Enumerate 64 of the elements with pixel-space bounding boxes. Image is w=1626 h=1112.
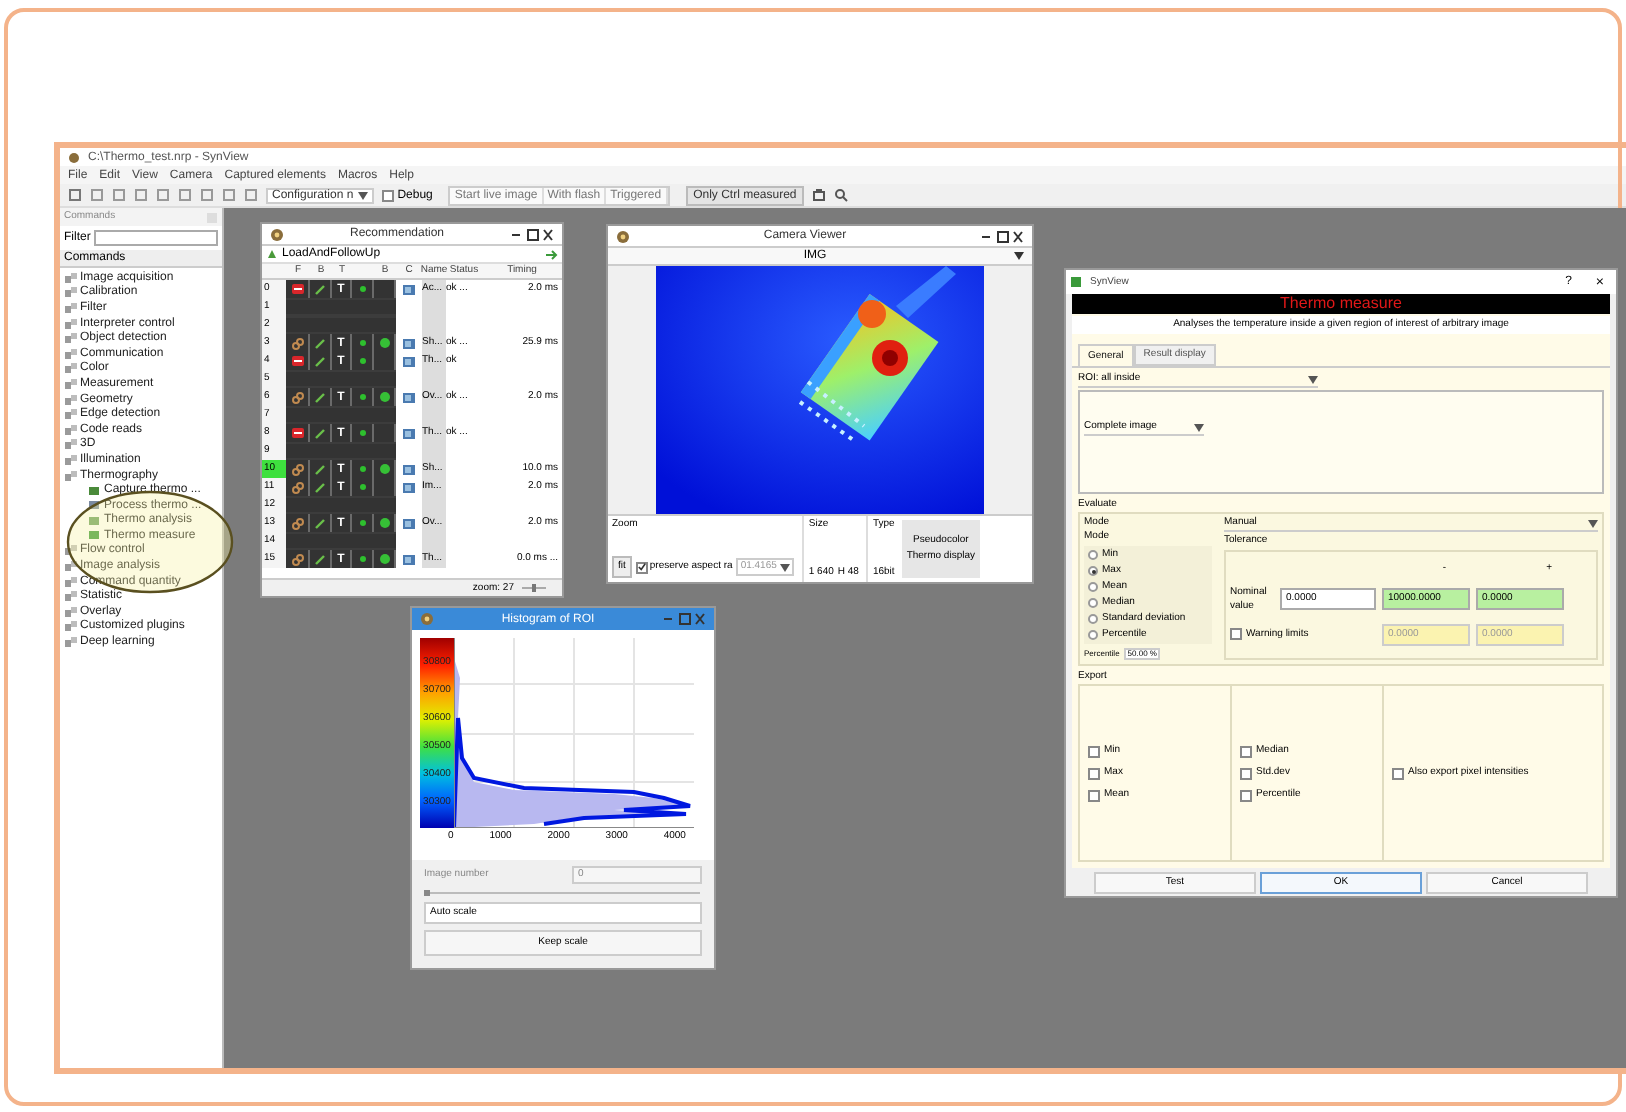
chain-icon [291, 391, 303, 403]
zoom-slider-icon [522, 584, 546, 592]
status-dot-icon [359, 394, 365, 400]
dialog-banner: Thermo measure [1072, 294, 1610, 314]
thumbnail-icon [402, 553, 416, 565]
float-icon [206, 211, 218, 223]
checkbox[interactable] [1240, 745, 1252, 757]
stop-icon [291, 428, 303, 438]
pencil-icon [314, 517, 326, 529]
caret-icon [1194, 423, 1204, 431]
pencil-icon [314, 283, 326, 295]
radio-button[interactable] [1088, 598, 1098, 608]
radio-button[interactable] [1088, 582, 1098, 592]
checkbox[interactable] [1230, 628, 1242, 641]
app-icon [420, 612, 434, 626]
camera-icon [812, 188, 827, 202]
image-slider-icon [424, 890, 700, 896]
stop-icon [291, 284, 303, 294]
checkbox[interactable] [1088, 789, 1100, 801]
arrow-icon [544, 247, 558, 261]
checkbox[interactable] [1240, 767, 1252, 779]
caret-icon [780, 563, 791, 571]
status-dot-icon [359, 358, 365, 364]
thumbnail-icon [402, 283, 416, 295]
app-icon [616, 229, 630, 243]
thumbnail-icon [402, 391, 416, 403]
caret-icon [1014, 252, 1024, 260]
thumbnail-icon [402, 427, 416, 439]
chain-icon [291, 337, 303, 349]
checkbox[interactable] [381, 189, 394, 201]
window-controls-icon [980, 229, 1024, 243]
chain-icon [291, 553, 303, 565]
radio-button[interactable] [1088, 550, 1098, 560]
filter-field[interactable] [94, 230, 218, 246]
caret-icon [1588, 519, 1598, 527]
radio-button[interactable] [1088, 566, 1098, 576]
thumbnail-icon [402, 517, 416, 529]
chain-icon [291, 517, 303, 529]
status-dot-icon [359, 286, 365, 292]
radio-button[interactable] [1088, 630, 1098, 640]
radio-button[interactable] [1088, 614, 1098, 624]
stop-icon [291, 356, 303, 366]
status-dot-icon [359, 340, 365, 346]
status-dot-icon [359, 556, 365, 562]
checkbox[interactable] [1392, 767, 1404, 779]
status-dot-icon [359, 520, 365, 526]
checkbox[interactable] [1088, 745, 1100, 757]
app-icon [1070, 276, 1082, 288]
pencil-icon [314, 391, 326, 403]
caret-icon [1308, 375, 1318, 383]
window-controls-icon [662, 612, 706, 626]
search-icon [834, 188, 849, 202]
status-dot-icon [359, 430, 365, 436]
pencil-icon [314, 427, 326, 439]
window-controls-icon [510, 227, 554, 241]
checkbox[interactable] [1088, 767, 1100, 779]
checkbox[interactable] [1240, 789, 1252, 801]
pencil-icon [314, 553, 326, 565]
caret-icon [357, 191, 368, 199]
status-dot-icon [359, 484, 365, 490]
checkbox[interactable] [635, 561, 648, 573]
app-icon [270, 227, 284, 241]
status-dot-icon [359, 466, 365, 472]
app-icon [68, 151, 80, 163]
